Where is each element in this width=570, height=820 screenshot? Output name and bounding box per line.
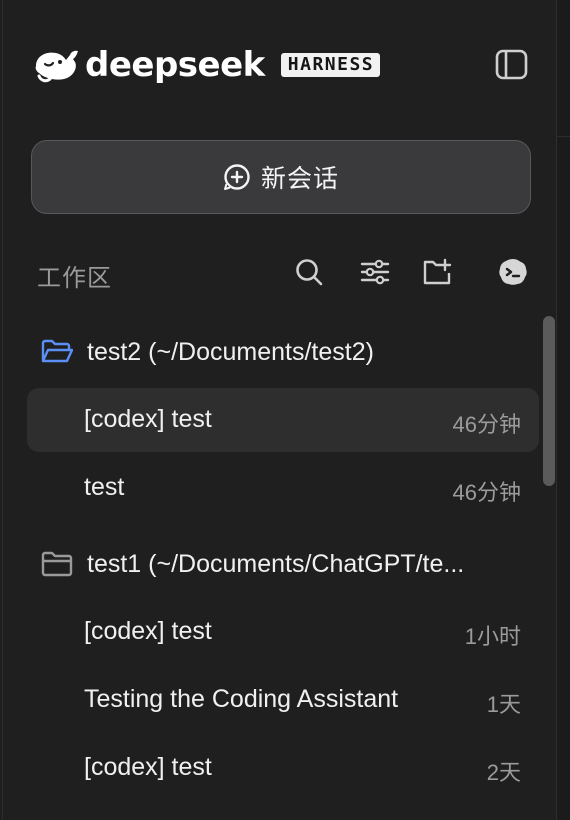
terminal-icon[interactable]: [497, 256, 529, 288]
main-pane-edge: [556, 0, 570, 820]
session-item[interactable]: [codex] test 2天: [27, 736, 539, 800]
session-title: [codex] test: [84, 405, 212, 433]
sidebar-panel-icon: [495, 49, 528, 80]
plus-circle-icon: [223, 164, 250, 190]
workspace-header: 工作区: [37, 252, 537, 294]
scrollbar-thumb[interactable]: [543, 316, 555, 486]
whale-logo-icon: [35, 50, 78, 83]
brand-logo: deepseek HARNESS: [33, 44, 381, 86]
session-time: 46分钟: [452, 480, 521, 505]
new-folder-icon[interactable]: [421, 256, 453, 288]
new-chat-label: 新会话: [260, 165, 339, 193]
session-time: 1小时: [464, 624, 521, 649]
divider: [557, 136, 570, 137]
session-item[interactable]: [codex] test 1小时: [27, 600, 539, 664]
sidebar-toggle-button[interactable]: [491, 48, 531, 82]
search-icon[interactable]: [293, 256, 325, 288]
session-title: test: [84, 473, 125, 501]
session-item[interactable]: Testing the Coding Assistant 1天: [27, 668, 539, 732]
workspace-label: 工作区: [37, 265, 112, 292]
session-title: Testing the Coding Assistant: [84, 685, 399, 713]
session-item[interactable]: [codex] test 46分钟: [27, 388, 539, 452]
list-scrollbar[interactable]: [541, 316, 557, 486]
folder-test2[interactable]: test2 (~/Documents/test2): [41, 332, 511, 372]
filter-icon[interactable]: [359, 256, 391, 288]
folder-open-icon: [41, 339, 73, 363]
brand-wordmark: deepseek: [85, 45, 265, 85]
session-title: [codex] test: [84, 617, 212, 645]
session-time: 46分钟: [452, 412, 521, 437]
folder-name: test1 (~/Documents/ChatGPT/te...: [87, 549, 465, 578]
session-time: 1天: [486, 692, 521, 717]
harness-badge: HARNESS: [280, 53, 381, 77]
session-title: [codex] test: [84, 753, 212, 781]
folder-name: test2 (~/Documents/test2): [87, 337, 374, 366]
folder-closed-icon: [41, 551, 73, 577]
folder-test1[interactable]: test1 (~/Documents/ChatGPT/te...: [41, 544, 523, 584]
session-time: 2天: [486, 760, 521, 785]
session-item[interactable]: test 46分钟: [27, 456, 539, 520]
new-chat-button[interactable]: 新会话: [31, 140, 531, 214]
sidebar: deepseek HARNESS 新会话 工作区 test2 (~/Docume…: [2, 0, 557, 820]
